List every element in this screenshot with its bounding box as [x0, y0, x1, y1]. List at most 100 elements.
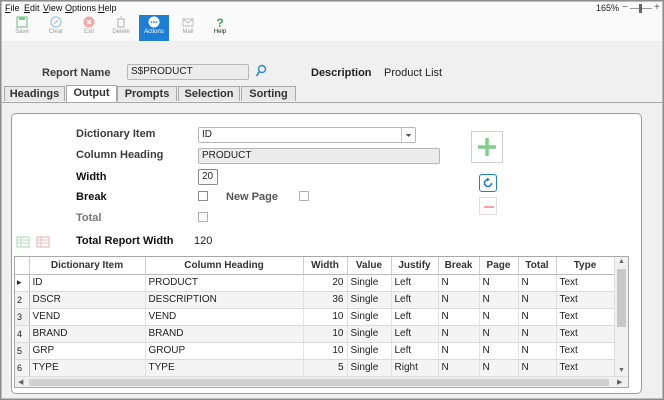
- scroll-right-icon[interactable]: ▶: [617, 378, 622, 386]
- tab-sorting[interactable]: Sorting: [241, 86, 296, 101]
- menu-view[interactable]: View: [43, 3, 62, 13]
- row-number[interactable]: 4: [15, 325, 30, 343]
- cell-value[interactable]: Single: [347, 291, 392, 309]
- cell-dictionary-item[interactable]: ID: [29, 274, 146, 292]
- cell-type[interactable]: Text: [556, 325, 615, 343]
- cell-total[interactable]: N: [518, 274, 557, 292]
- cell-total[interactable]: N: [518, 342, 557, 360]
- cell-type[interactable]: Text: [556, 342, 615, 360]
- break-checkbox[interactable]: [198, 191, 208, 201]
- cell-total[interactable]: N: [518, 359, 557, 377]
- help-button[interactable]: ? Help: [205, 15, 235, 41]
- menu-edit[interactable]: Edit: [24, 3, 40, 13]
- column-heading-input[interactable]: PRODUCT: [198, 148, 440, 164]
- col-break[interactable]: Break: [438, 257, 480, 275]
- col-page[interactable]: Page: [479, 257, 519, 275]
- row-selector-icon[interactable]: ▸: [15, 274, 30, 292]
- cell-justify[interactable]: Left: [391, 342, 439, 360]
- table-row[interactable]: 4 BRAND BRAND 10 Single Left N N N Text: [15, 325, 615, 343]
- row-number[interactable]: 2: [15, 291, 30, 309]
- col-dictionary-item[interactable]: Dictionary Item: [29, 257, 146, 275]
- cell-justify[interactable]: Left: [391, 308, 439, 326]
- cell-dictionary-item[interactable]: BRAND: [29, 325, 146, 343]
- scroll-up-icon[interactable]: ▲: [618, 258, 625, 265]
- cell-value[interactable]: Single: [347, 274, 392, 292]
- cell-column-heading[interactable]: DESCRIPTION: [145, 291, 304, 309]
- table-row[interactable]: ▸ ID PRODUCT 20 Single Left N N N Text: [15, 274, 615, 292]
- cell-column-heading[interactable]: PRODUCT: [145, 274, 304, 292]
- tab-headings[interactable]: Headings: [4, 86, 65, 101]
- clear-button[interactable]: Clear: [41, 15, 71, 41]
- cell-value[interactable]: Single: [347, 308, 392, 326]
- actions-button[interactable]: Actions: [139, 15, 169, 41]
- tab-prompts[interactable]: Prompts: [117, 86, 177, 101]
- dictionary-item-select[interactable]: ID: [198, 127, 416, 143]
- refresh-button[interactable]: [479, 174, 497, 192]
- cell-break[interactable]: N: [438, 308, 480, 326]
- zoom-slider-thumb[interactable]: [639, 4, 642, 13]
- cell-column-heading[interactable]: GROUP: [145, 342, 304, 360]
- menu-file[interactable]: File: [5, 3, 20, 13]
- cell-dictionary-item[interactable]: DSCR: [29, 291, 146, 309]
- cell-dictionary-item[interactable]: VEND: [29, 308, 146, 326]
- row-number[interactable]: 3: [15, 308, 30, 326]
- lookup-search-icon[interactable]: [255, 64, 267, 78]
- cell-break[interactable]: N: [438, 325, 480, 343]
- cell-page[interactable]: N: [479, 291, 519, 309]
- new-page-checkbox[interactable]: [299, 191, 309, 201]
- cell-column-heading[interactable]: BRAND: [145, 325, 304, 343]
- cell-page[interactable]: N: [479, 274, 519, 292]
- col-total[interactable]: Total: [518, 257, 557, 275]
- cell-type[interactable]: Text: [556, 274, 615, 292]
- remove-button[interactable]: [479, 197, 497, 215]
- col-type[interactable]: Type: [556, 257, 615, 275]
- row-number[interactable]: 6: [15, 359, 30, 377]
- cell-page[interactable]: N: [479, 359, 519, 377]
- col-value[interactable]: Value: [347, 257, 392, 275]
- cell-justify[interactable]: Left: [391, 325, 439, 343]
- tab-output[interactable]: Output: [66, 85, 117, 102]
- table-row[interactable]: 2 DSCR DESCRIPTION 36 Single Left N N N …: [15, 291, 615, 309]
- save-button[interactable]: Save: [7, 15, 37, 41]
- zoom-in-button[interactable]: +: [654, 2, 660, 13]
- scroll-left-icon[interactable]: ◀: [18, 378, 23, 386]
- export-pdf-icon[interactable]: [36, 236, 50, 248]
- total-checkbox[interactable]: [198, 212, 208, 222]
- cell-justify[interactable]: Left: [391, 291, 439, 309]
- grid-horizontal-scroll-thumb[interactable]: [29, 379, 609, 386]
- col-column-heading[interactable]: Column Heading: [145, 257, 304, 275]
- width-input[interactable]: 20: [198, 169, 218, 185]
- cell-type[interactable]: Text: [556, 291, 615, 309]
- cell-break[interactable]: N: [438, 291, 480, 309]
- menu-help[interactable]: Help: [98, 3, 117, 13]
- cell-break[interactable]: N: [438, 342, 480, 360]
- cell-value[interactable]: Single: [347, 342, 392, 360]
- cell-column-heading[interactable]: TYPE: [145, 359, 304, 377]
- delete-button[interactable]: Delete: [106, 15, 136, 41]
- cell-page[interactable]: N: [479, 308, 519, 326]
- menu-options[interactable]: Options: [65, 3, 96, 13]
- row-number[interactable]: 5: [15, 342, 30, 360]
- grid-horizontal-scrollbar[interactable]: ◀ ▶: [15, 376, 628, 387]
- cell-page[interactable]: N: [479, 325, 519, 343]
- cell-type[interactable]: Text: [556, 308, 615, 326]
- cell-total[interactable]: N: [518, 291, 557, 309]
- export-excel-icon[interactable]: [16, 236, 30, 248]
- cell-break[interactable]: N: [438, 359, 480, 377]
- table-row[interactable]: 5 GRP GROUP 10 Single Left N N N Text: [15, 342, 615, 360]
- exit-button[interactable]: Exit: [74, 15, 104, 41]
- add-button[interactable]: [471, 131, 503, 163]
- cell-width[interactable]: 5: [303, 359, 348, 377]
- cell-dictionary-item[interactable]: TYPE: [29, 359, 146, 377]
- mail-button[interactable]: Mail: [173, 15, 203, 41]
- cell-value[interactable]: Single: [347, 325, 392, 343]
- report-name-input[interactable]: S$PRODUCT: [127, 64, 249, 80]
- grid-vertical-scrollbar[interactable]: ▲ ▼: [614, 257, 628, 377]
- cell-column-heading[interactable]: VEND: [145, 308, 304, 326]
- cell-total[interactable]: N: [518, 308, 557, 326]
- cell-break[interactable]: N: [438, 274, 480, 292]
- scroll-down-icon[interactable]: ▼: [618, 367, 625, 374]
- cell-page[interactable]: N: [479, 342, 519, 360]
- grid-vertical-scroll-thumb[interactable]: [617, 269, 626, 327]
- cell-width[interactable]: 10: [303, 325, 348, 343]
